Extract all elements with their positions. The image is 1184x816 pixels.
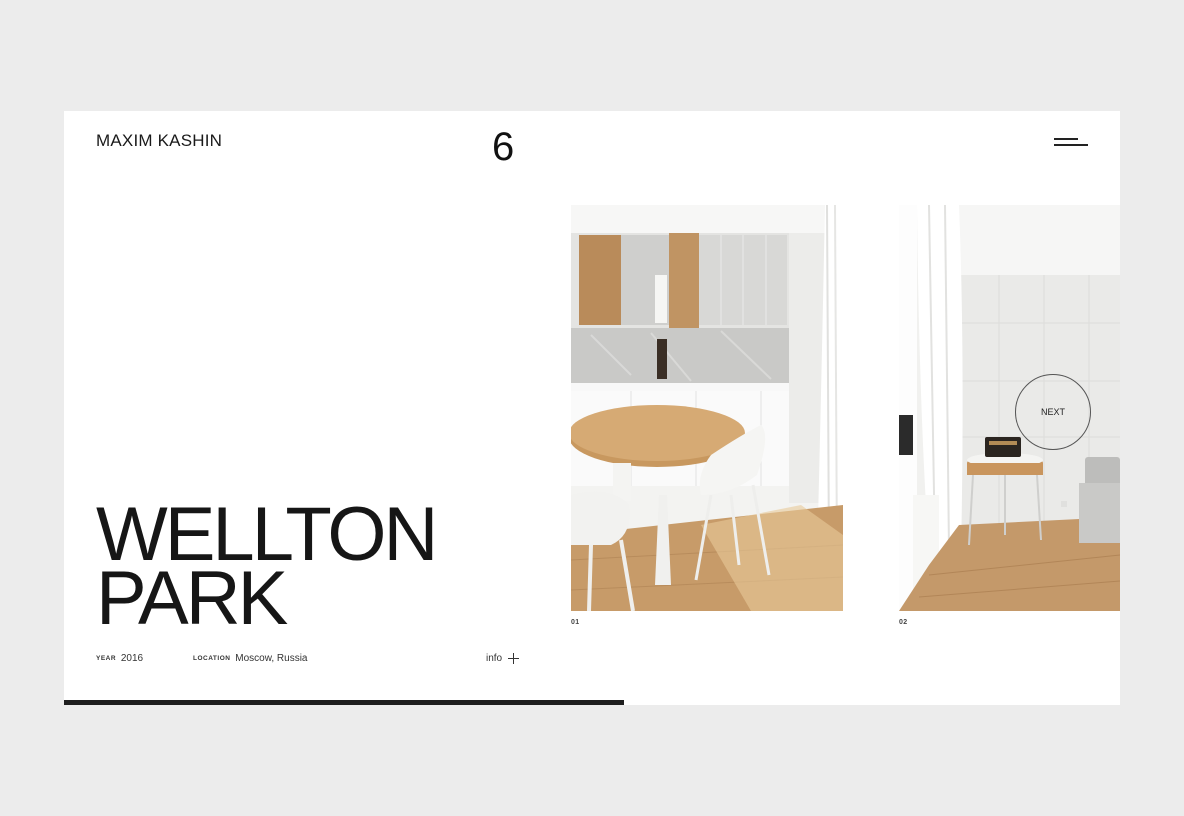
progress-fill xyxy=(64,700,624,705)
project-number: 6 xyxy=(492,125,515,169)
hamburger-menu-icon[interactable] xyxy=(1054,135,1088,149)
project-location: LOCATION Moscow, Russia xyxy=(193,653,308,664)
location-label: LOCATION xyxy=(193,655,231,662)
menu-bar-top xyxy=(1054,138,1078,140)
progress-bar xyxy=(64,700,1120,705)
brand-logo[interactable]: MAXIM KASHIN xyxy=(96,131,222,151)
info-label: info xyxy=(486,653,503,664)
year-label: YEAR xyxy=(96,655,117,662)
menu-bar-bottom xyxy=(1054,144,1088,146)
plus-icon xyxy=(508,653,520,664)
year-value: 2016 xyxy=(120,653,144,664)
project-year: YEAR 2016 xyxy=(96,653,143,664)
location-value: Moscow, Russia xyxy=(235,653,308,664)
project-card: MAXIM KASHIN 6 WELLTON PARK YEAR 2016 LO… xyxy=(64,111,1120,705)
next-button[interactable]: NEXT xyxy=(1015,374,1091,450)
info-button[interactable]: info xyxy=(486,653,520,664)
gallery-photo-1[interactable] xyxy=(571,205,843,611)
photo-caption-1: 01 xyxy=(571,619,580,626)
photo-caption-2: 02 xyxy=(899,619,908,626)
project-title: WELLTON PARK xyxy=(96,497,438,637)
